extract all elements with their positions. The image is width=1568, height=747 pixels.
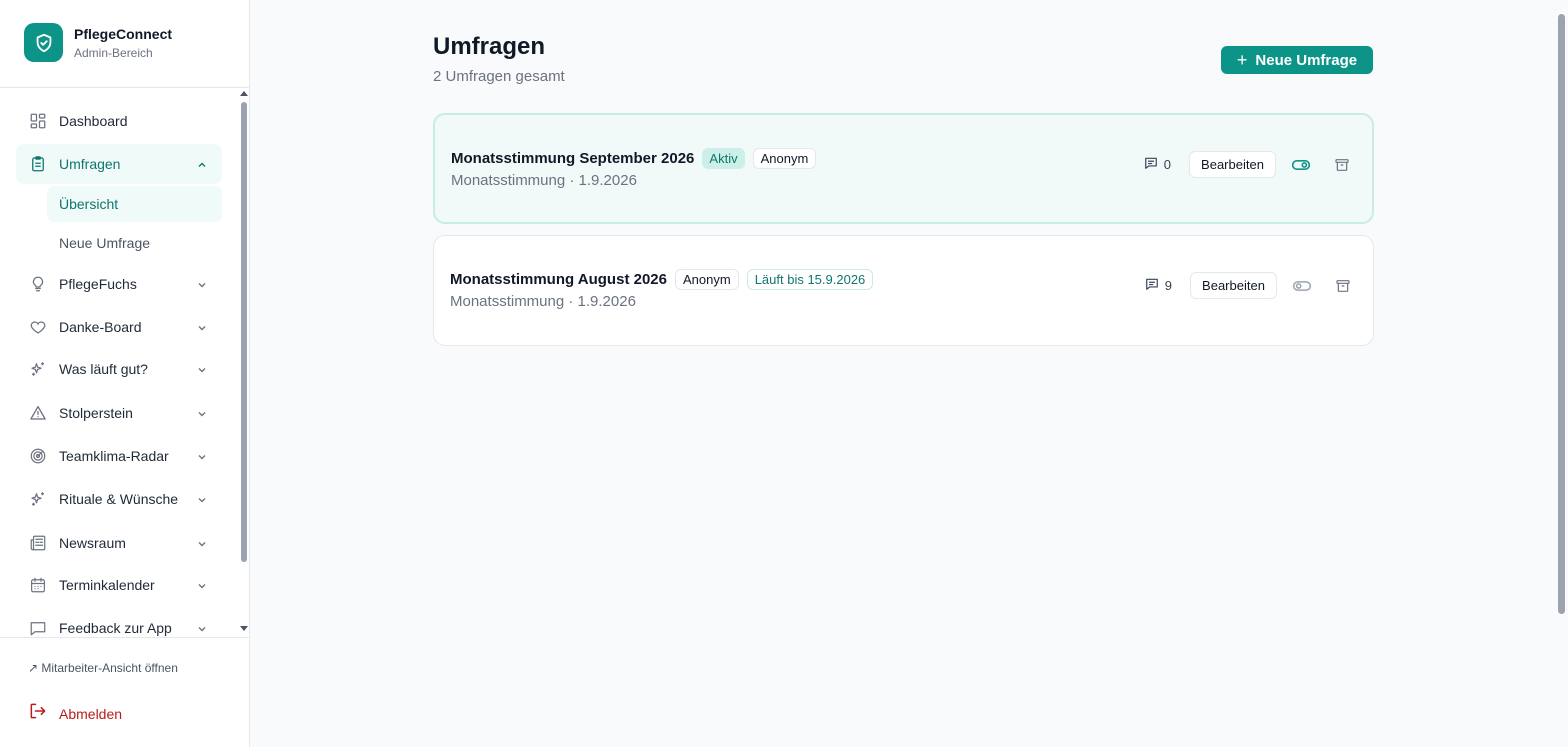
schedule-badge: Läuft bis 15.9.2026 (746, 269, 874, 290)
response-count-value: 0 (1163, 157, 1171, 172)
page-title: Umfragen (433, 33, 546, 60)
sidebar-item-label: Teamklima-Radar (59, 448, 169, 464)
toggle-on-icon[interactable] (1291, 155, 1311, 175)
scroll-up-arrow-icon[interactable] (240, 91, 248, 96)
sidebar-item-label: Stolperstein (59, 405, 133, 421)
logout-icon (28, 701, 48, 726)
sidebar-item-dashboard[interactable]: Dashboard (16, 101, 222, 141)
survey-meta: Monatsstimmung · 1.9.2026 (451, 172, 637, 189)
anonymous-badge: Anonym (752, 148, 817, 169)
sidebar-item-stolperstein[interactable]: Stolperstein (16, 393, 222, 433)
survey-meta: Monatsstimmung · 1.9.2026 (450, 293, 636, 310)
sidebar-subitem-neue-umfrage[interactable]: Neue Umfrage (47, 225, 222, 261)
page-subtitle: 2 Umfragen gesamt (433, 68, 565, 85)
page-scrollbar-thumb[interactable] (1558, 14, 1565, 614)
chevron-down-icon (196, 278, 208, 290)
sidebar-item-rituale-wuensche[interactable]: Rituale & Wünsche (16, 479, 222, 519)
sidebar-item-label: Rituale & Wünsche (59, 491, 179, 507)
edit-button[interactable]: Bearbeiten (1189, 151, 1276, 178)
response-count: 9 (1145, 277, 1172, 294)
message-lines-icon (1145, 277, 1159, 294)
new-survey-button[interactable]: + Neue Umfrage (1221, 46, 1373, 74)
survey-card[interactable]: Monatsstimmung September 2026 Aktiv Anon… (433, 113, 1374, 224)
chevron-down-icon (196, 537, 208, 549)
sidebar-item-label: Feedback zur App (59, 620, 172, 636)
chevron-down-icon (196, 321, 208, 333)
brand-name: PflegeConnect (74, 25, 173, 42)
sidebar-nav: Dashboard Umfragen Übersicht Neue Umfrag… (0, 88, 249, 637)
brand-subtitle: Admin-Bereich (74, 45, 153, 60)
sidebar-item-danke-board[interactable]: Danke-Board (16, 307, 222, 347)
sidebar-item-label: Newsraum (59, 535, 126, 551)
logout-button[interactable]: Abmelden (28, 701, 122, 726)
sidebar-item-label: Umfragen (59, 156, 121, 172)
calendar-icon (28, 575, 48, 595)
newspaper-icon (28, 533, 48, 553)
survey-title: Monatsstimmung August 2026 (450, 271, 667, 288)
sidebar-item-label: Was läuft gut? (59, 361, 148, 377)
sidebar-item-label: PflegeFuchs (59, 276, 137, 292)
brand[interactable]: PflegeConnect Admin-Bereich (24, 23, 172, 62)
lightbulb-icon (28, 274, 48, 294)
radar-icon (28, 446, 48, 466)
survey-title: Monatsstimmung September 2026 (451, 150, 695, 167)
response-count: 0 (1144, 156, 1171, 173)
sidebar-item-label: Dashboard (59, 113, 128, 129)
heart-icon (28, 317, 48, 337)
edit-button[interactable]: Bearbeiten (1190, 272, 1277, 299)
layout-grid-icon (28, 111, 48, 131)
sidebar-item-was-laeuft-gut[interactable]: Was läuft gut? (16, 349, 222, 389)
logout-label: Abmelden (59, 705, 123, 722)
sidebar-scrollbar-thumb[interactable] (241, 102, 247, 562)
response-count-value: 9 (1164, 278, 1172, 293)
sparkles-icon (28, 359, 48, 379)
chevron-down-icon (196, 407, 208, 419)
chevron-down-icon (196, 622, 208, 634)
sidebar-item-pflegefuchs[interactable]: PflegeFuchs (16, 264, 222, 304)
staff-view-link[interactable]: ↗ Mitarbeiter-Ansicht öffnen (28, 661, 178, 675)
sidebar-item-umfragen[interactable]: Umfragen (16, 144, 222, 184)
chevron-down-icon (196, 363, 208, 375)
sidebar-item-feedback-zur-app[interactable]: Feedback zur App (16, 608, 222, 637)
sidebar-item-label: Terminkalender (59, 577, 155, 593)
toggle-off-icon[interactable] (1292, 276, 1312, 296)
new-survey-label: Neue Umfrage (1255, 51, 1358, 69)
scroll-down-arrow-icon[interactable] (240, 626, 248, 631)
chevron-down-icon (196, 579, 208, 591)
shield-check-icon (24, 23, 63, 62)
message-lines-icon (1144, 156, 1158, 173)
message-square-icon (28, 618, 48, 637)
sparkles-icon (28, 489, 48, 509)
sidebar-item-newsraum[interactable]: Newsraum (16, 523, 222, 563)
sidebar-item-teamklima-radar[interactable]: Teamklima-Radar (16, 436, 222, 476)
survey-card[interactable]: Monatsstimmung August 2026 Anonym Läuft … (433, 235, 1374, 346)
sidebar-subitem-uebersicht[interactable]: Übersicht (47, 186, 222, 222)
warning-triangle-icon (28, 403, 48, 423)
sidebar-item-terminkalender[interactable]: Terminkalender (16, 565, 222, 605)
sidebar-item-label: Danke-Board (59, 319, 142, 335)
anonymous-badge: Anonym (674, 269, 739, 290)
archive-icon[interactable] (1333, 276, 1353, 296)
plus-icon: + (1236, 50, 1248, 70)
chevron-down-icon (196, 493, 208, 505)
status-badge: Aktiv (702, 148, 745, 169)
chevron-down-icon (196, 450, 208, 462)
divider (0, 637, 249, 638)
clipboard-list-icon (28, 154, 48, 174)
chevron-up-icon (196, 158, 208, 170)
sidebar: PflegeConnect Admin-Bereich Dashboard Um… (0, 0, 250, 747)
archive-icon[interactable] (1332, 155, 1352, 175)
